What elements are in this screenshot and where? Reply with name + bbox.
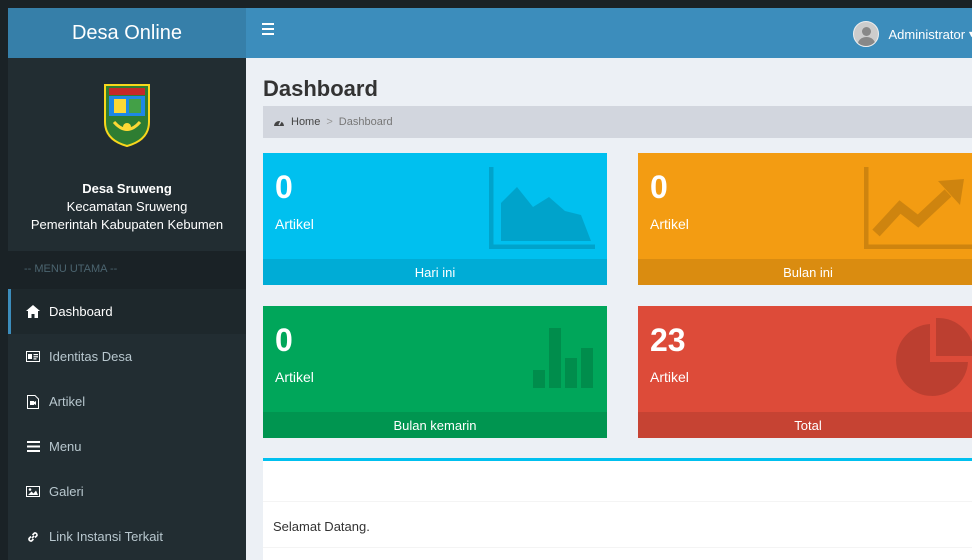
app-window: Desa Online Desa Sruweng Kecamatan Sruwe… [8,8,972,560]
stat-value: 0 [275,322,293,358]
welcome-panel: Selamat Datang. [263,458,972,560]
stat-box-this-month: 0 Artikel Bulan ini [638,153,972,285]
stat-label: Artikel [650,369,689,385]
sidebar-item-label: Identitas Desa [49,349,133,364]
sidebar-item-galeri[interactable]: Galeri [8,469,246,514]
regency-name: Pemerintah Kabupaten Kebumen [30,217,224,232]
sidebar-item-label: Menu [49,439,82,454]
stat-footer-link[interactable]: Bulan kemarin [263,412,607,438]
divider [263,547,972,548]
divider [263,501,972,502]
area-chart-icon [489,167,595,249]
user-name: Administrator [888,26,966,42]
sidebar-toggle-icon[interactable] [262,23,274,37]
stat-box-total: 23 Artikel Total [638,306,972,438]
home-icon [26,305,40,319]
dashboard-icon [273,117,285,127]
regency-emblem-icon [104,84,150,148]
brand-logo[interactable]: Desa Online [8,8,246,58]
line-chart-icon [864,167,972,249]
sidebar-item-label: Galeri [49,484,84,499]
welcome-text: Selamat Datang. [273,519,370,534]
stat-box-last-month: 0 Artikel Bulan kemarin [263,306,607,438]
bars-icon [26,440,40,454]
sidebar-item-identitas-desa[interactable]: Identitas Desa [8,334,246,379]
main-content: Dashboard Home > Dashboard 0 Artikel Har… [246,58,972,560]
sidebar-item-artikel[interactable]: Artikel [8,379,246,424]
village-profile: Desa Sruweng Kecamatan Sruweng Pemerinta… [8,58,246,251]
brand-name: Desa Online [71,21,183,44]
sidebar: Desa Online Desa Sruweng Kecamatan Sruwe… [8,8,246,560]
sidebar-item-menu[interactable]: Menu [8,424,246,469]
link-icon [26,530,40,544]
village-name: Desa Sruweng [82,181,172,196]
sidebar-item-link-instansi[interactable]: Link Instansi Terkait [8,514,246,559]
district-name: Kecamatan Sruweng [66,199,188,214]
breadcrumb-current: Dashboard [338,116,393,128]
sidebar-item-label: Artikel [49,394,86,409]
image-icon [26,485,40,499]
sidebar-item-dashboard[interactable]: Dashboard [8,289,246,334]
file-icon [26,394,40,409]
stat-footer-link[interactable]: Hari ini [263,259,607,285]
stat-value: 0 [275,169,293,205]
stat-label: Artikel [650,216,689,232]
stat-label: Artikel [275,216,314,232]
top-navbar: Administrator ▼ [246,8,972,58]
stat-label: Artikel [275,369,314,385]
breadcrumb-home-link[interactable]: Home [291,116,320,128]
sidebar-item-label: Link Instansi Terkait [49,529,163,544]
pie-chart-icon [896,317,972,396]
stat-footer-link[interactable]: Total [638,412,972,438]
page-title: Dashboard [263,76,378,101]
stat-value: 0 [650,169,668,205]
stat-box-today: 0 Artikel Hari ini [263,153,607,285]
bar-chart-icon [533,328,593,388]
sidebar-item-label: Dashboard [49,304,113,319]
breadcrumb-separator: > [326,116,333,128]
menu-header: -- MENU UTAMA -- [8,251,246,289]
stat-footer-link[interactable]: Bulan ini [638,259,972,285]
avatar [852,21,879,47]
stat-value: 23 [650,322,686,358]
user-menu[interactable]: Administrator ▼ [852,21,972,47]
breadcrumb: Home > Dashboard [263,106,972,138]
id-card-icon [26,350,40,364]
caret-down-icon: ▼ [967,29,972,39]
